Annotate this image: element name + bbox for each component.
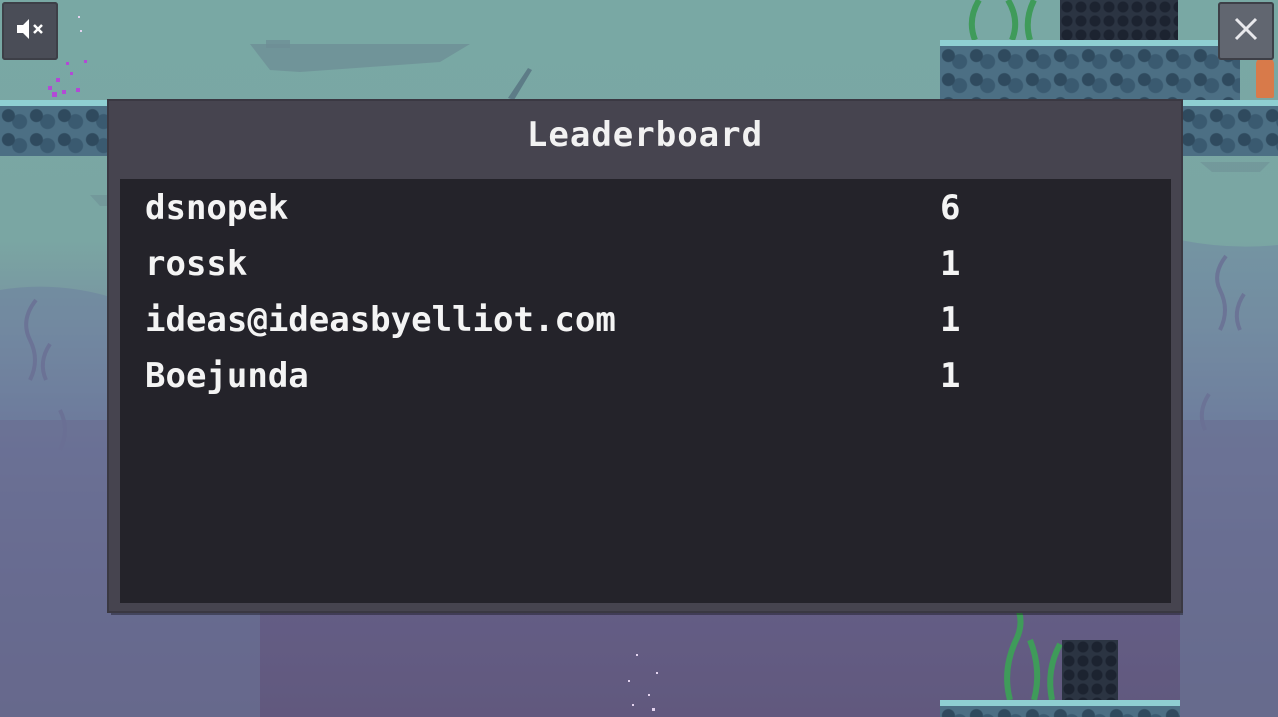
player-name: ideas@ideasbyelliot.com [145,300,616,340]
player-score: 6 [940,188,961,228]
character-sprite [1256,58,1274,98]
player-name: Boejunda [145,356,309,396]
stone-pillar-bottom [1062,640,1118,700]
player-score: 1 [940,356,961,396]
mute-button[interactable] [2,2,58,60]
player-score: 1 [940,300,961,340]
rock-ledge-left [0,100,110,156]
rock-ledge-right [1180,100,1278,156]
close-icon [1233,16,1259,46]
leaderboard-row: ideas@ideasbyelliot.com 1 [120,297,1171,353]
leaderboard-row: rossk 1 [120,241,1171,297]
rock-ledge-top-right [940,40,1240,102]
player-name: dsnopek [145,188,289,228]
player-score: 1 [940,244,961,284]
player-name: rossk [145,244,248,284]
leaderboard-row: dsnopek 6 [120,185,1171,241]
leaderboard-panel: Leaderboard dsnopek 6 rossk 1 ideas@idea… [109,101,1181,611]
game-scene: Leaderboard dsnopek 6 rossk 1 ideas@idea… [0,0,1278,717]
speaker-muted-icon [15,17,45,45]
leaderboard-row: Boejunda 1 [120,353,1171,409]
close-button[interactable] [1218,2,1274,60]
rock-ledge-bottom [940,700,1180,717]
leaderboard-list[interactable]: dsnopek 6 rossk 1 ideas@ideasbyelliot.co… [120,179,1171,603]
leaderboard-title: Leaderboard [526,115,764,155]
stone-pillar-top [1060,0,1178,40]
airship-silhouette [250,44,470,72]
